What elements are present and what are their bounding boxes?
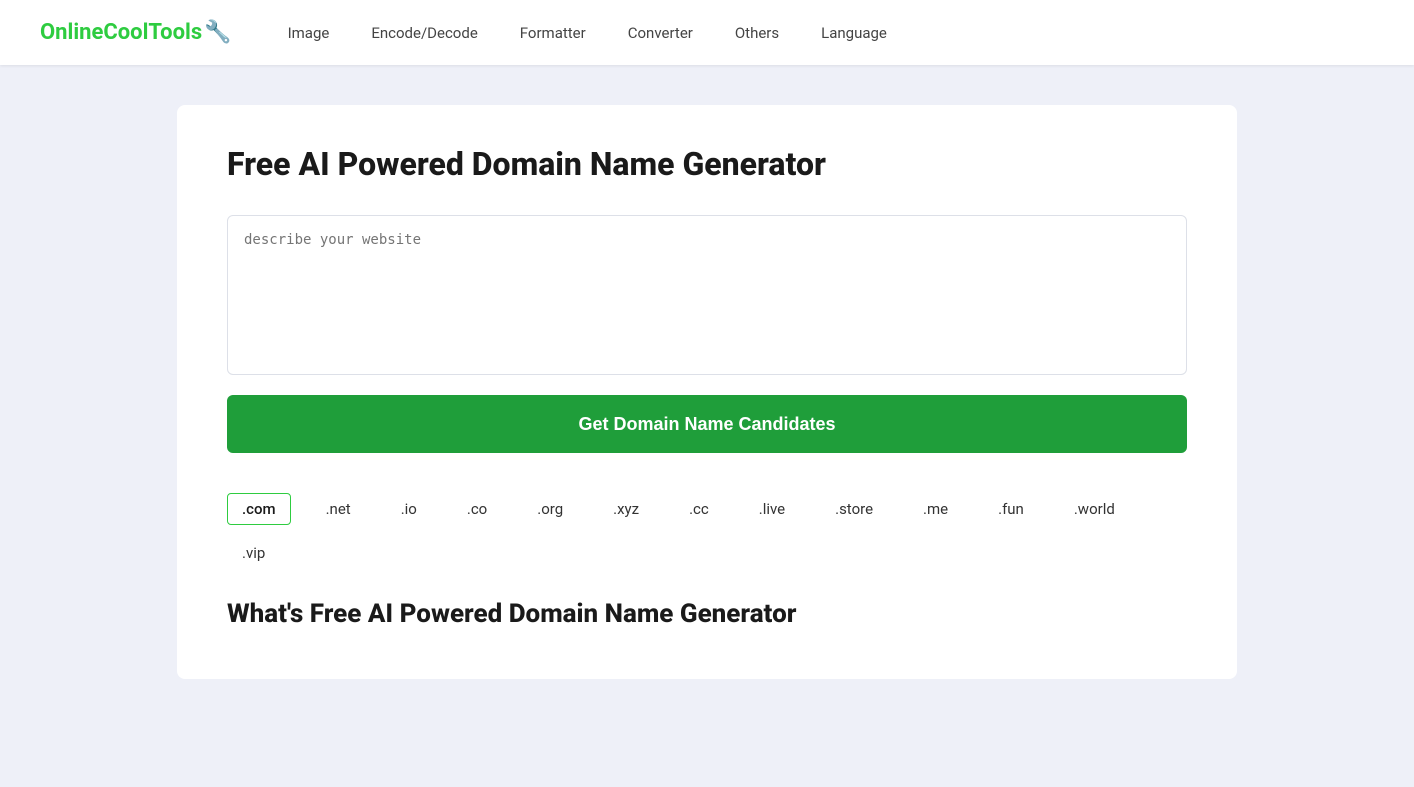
nav-item-converter[interactable]: Converter [612,16,709,50]
nav: Image Encode/Decode Formatter Converter Othe… [272,16,903,50]
header: OnlineCoolTools 🔧 Image Encode/Decode Form… [0,0,1414,65]
tld-option-xyz[interactable]: .xyz [598,493,654,525]
nav-item-language[interactable]: Language [805,16,903,50]
content-card: Free AI Powered Domain Name Generator Ge… [177,105,1237,679]
logo-icon: 🔧 [204,20,231,45]
tld-grid: .com .net .io .co .org .xyz .cc .live .store .me.… [227,493,1187,569]
tld-option-fun[interactable]: .fun [983,493,1039,525]
page-title: Free AI Powered Domain Name Generator [227,145,1187,183]
tld-option-world[interactable]: .world [1059,493,1130,525]
main-wrapper: Free AI Powered Domain Name Generator Ge… [157,65,1257,719]
nav-item-encode-decode[interactable]: Encode/Decode [355,16,493,50]
generate-button[interactable]: Get Domain Name Candidates [227,395,1187,453]
tld-option-com[interactable]: .com [227,493,291,525]
section-title: What's Free AI Powered Domain Name Gener… [227,599,1187,629]
tld-option-me[interactable]: .me [908,493,963,525]
tld-option-live[interactable]: .live [744,493,800,525]
tld-option-org[interactable]: .org [522,493,578,525]
tld-option-co[interactable]: .co [452,493,502,525]
tld-option-vip[interactable]: .vip [227,537,280,569]
tld-option-store[interactable]: .store [820,493,888,525]
nav-item-image[interactable]: Image [272,16,346,50]
nav-item-formatter[interactable]: Formatter [504,16,602,50]
nav-item-others[interactable]: Others [719,16,795,50]
tld-section: .com .net .io .co .org .xyz .cc .live .store .me.… [227,493,1187,569]
description-textarea[interactable] [227,215,1187,375]
tld-option-io[interactable]: .io [386,493,432,525]
logo-text: OnlineCoolTools [40,20,202,45]
tld-option-cc[interactable]: .cc [674,493,724,525]
logo[interactable]: OnlineCoolTools 🔧 [40,20,232,45]
tld-option-net[interactable]: .net [311,493,366,525]
